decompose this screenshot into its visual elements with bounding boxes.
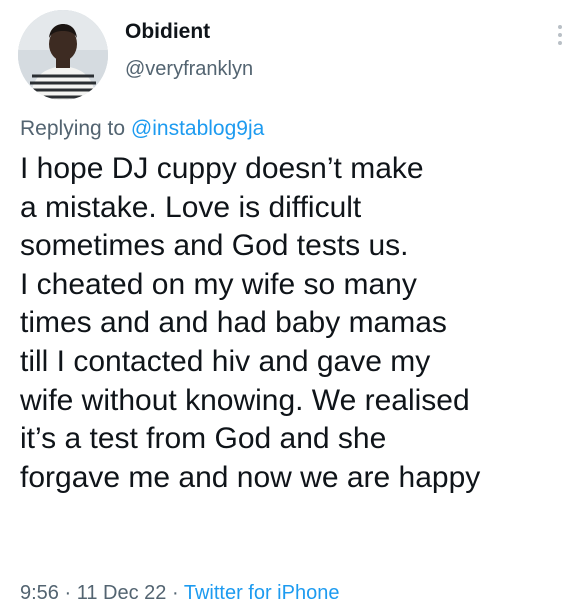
tweet-line: wife without knowing. We realised — [20, 383, 470, 417]
tweet-card: Obidient @veryfranklyn Replying to @inst… — [0, 0, 585, 605]
tweet-line: till I contacted hiv and gave my — [20, 344, 431, 378]
more-options-icon[interactable] — [548, 18, 572, 52]
tweet-line: it’s a test from God and she — [20, 422, 387, 456]
avatar[interactable] — [18, 10, 108, 100]
tweet-line: forgave me and now we are happy — [20, 460, 481, 494]
reply-mention-link[interactable]: @instablog9ja — [131, 117, 264, 140]
tweet-line: times and and had baby mamas — [20, 306, 447, 340]
profile-photo-avatar — [18, 10, 108, 100]
tweet-line: a mistake. Love is difficult — [20, 190, 362, 224]
tweet-line: I cheated on my wife so many — [20, 267, 417, 301]
replying-prefix: Replying to — [20, 117, 131, 140]
tweet-source-link[interactable]: Twitter for iPhone — [184, 582, 340, 604]
tweet-line: I hope DJ cuppy doesn’t make — [20, 152, 424, 185]
tweet-text: I hope DJ cuppy doesn’t make a mistake. … — [20, 150, 580, 497]
tweet-meta: 9:56 · 11 Dec 22 · Twitter for iPhone — [20, 582, 339, 605]
meta-separator: · — [58, 582, 77, 604]
user-handle[interactable]: @veryfranklyn — [125, 58, 253, 81]
tweet-time[interactable]: 9:56 — [20, 582, 59, 604]
display-name[interactable]: Obidient — [125, 20, 210, 44]
tweet-date[interactable]: 11 Dec 22 — [77, 582, 167, 604]
tweet-line: sometimes and God tests us. — [20, 229, 409, 263]
meta-separator: · — [166, 582, 184, 604]
replying-to: Replying to @instablog9ja — [20, 117, 264, 141]
